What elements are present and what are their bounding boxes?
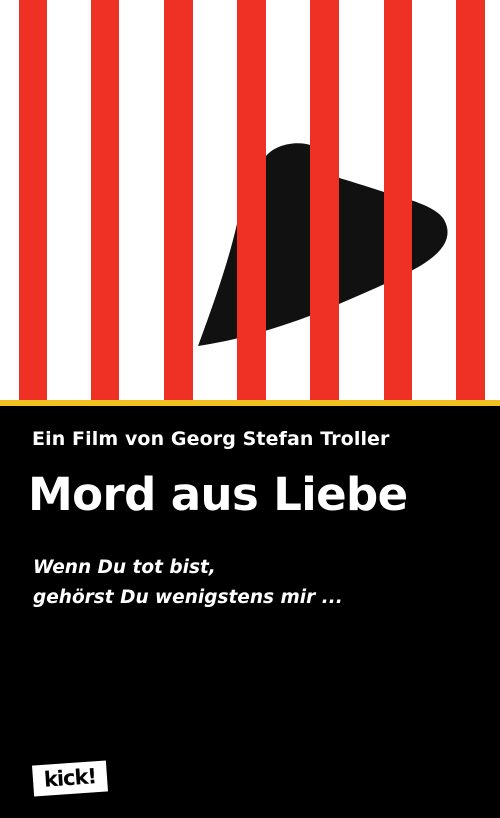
heart-behind-bars-icon bbox=[0, 0, 500, 400]
bar bbox=[19, 0, 47, 400]
kick-logo: kick! bbox=[32, 760, 108, 797]
bar bbox=[310, 0, 339, 400]
director-credit: Ein Film von Georg Stefan Troller bbox=[32, 428, 390, 450]
cover-artwork bbox=[0, 0, 500, 400]
bar bbox=[456, 0, 485, 400]
movie-title: Mord aus Liebe bbox=[28, 468, 408, 521]
movie-cover: Ein Film von Georg Stefan Troller Mord a… bbox=[0, 0, 500, 818]
bar bbox=[91, 0, 119, 400]
yellow-divider bbox=[0, 400, 500, 406]
bar bbox=[164, 0, 193, 400]
tagline-line-2: gehörst Du wenigstens mir ... bbox=[33, 587, 343, 608]
bar bbox=[384, 0, 412, 400]
bar bbox=[237, 0, 266, 400]
tagline-line-1: Wenn Du tot bist, bbox=[33, 557, 216, 578]
kick-logo-text: kick! bbox=[43, 764, 97, 792]
tagline: Wenn Du tot bist, gehörst Du wenigstens … bbox=[33, 553, 343, 613]
